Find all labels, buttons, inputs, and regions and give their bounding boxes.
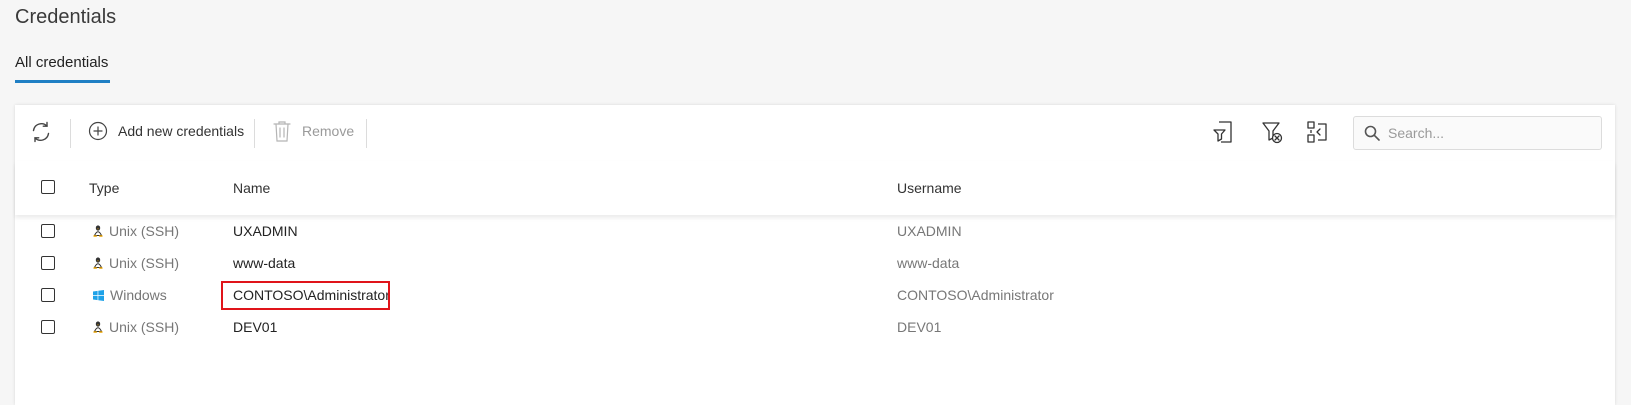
remove-button[interactable]: Remove (272, 119, 354, 143)
highlight-box (221, 281, 390, 310)
table-row[interactable]: Windows CONTOSO\Administrator CONTOSO\Ad… (15, 279, 1615, 311)
columns-icon (1306, 120, 1328, 144)
clear-filter-button[interactable] (1261, 120, 1283, 144)
username-cell: www-data (897, 255, 960, 271)
search-input[interactable] (1386, 124, 1590, 142)
toolbar: Add new credentials Remove (15, 105, 1615, 162)
row-checkbox[interactable] (41, 288, 55, 302)
linux-icon (93, 225, 103, 237)
row-checkbox[interactable] (41, 224, 55, 238)
row-checkbox[interactable] (41, 320, 55, 334)
row-checkbox[interactable] (41, 256, 55, 270)
windows-icon (93, 289, 104, 301)
tab-all-credentials[interactable]: All credentials (15, 54, 110, 83)
add-credentials-label: Add new credentials (118, 123, 245, 139)
toolbar-separator (366, 119, 367, 148)
search-icon (1364, 125, 1380, 141)
type-label: Unix (SSH) (109, 223, 180, 239)
add-credentials-button[interactable]: Add new credentials (88, 121, 244, 141)
column-header-name[interactable]: Name (233, 180, 270, 196)
type-cell: Unix (SSH) (93, 255, 179, 271)
toolbar-separator (254, 119, 255, 148)
username-cell: DEV01 (897, 319, 942, 335)
refresh-icon (29, 120, 53, 144)
filter-clear-icon (1261, 120, 1283, 144)
remove-label: Remove (302, 123, 355, 139)
columns-button[interactable] (1306, 120, 1328, 144)
credentials-card: Add new credentials Remove Search... Typ… (15, 105, 1615, 405)
type-label: Unix (SSH) (109, 319, 180, 335)
refresh-button[interactable] (29, 120, 53, 144)
export-button[interactable] (1212, 120, 1234, 144)
table-row[interactable]: Unix (SSH) www-data www-data (15, 247, 1615, 279)
name-cell: UXADMIN (233, 223, 298, 239)
table-header: Type Name Username (15, 161, 1615, 215)
column-header-type[interactable]: Type (89, 180, 119, 196)
type-cell: Unix (SSH) (93, 223, 179, 239)
type-label: Unix (SSH) (109, 255, 180, 271)
select-all-checkbox[interactable] (41, 180, 55, 194)
search-box (1353, 116, 1602, 150)
type-label: Windows (110, 287, 167, 303)
linux-icon (93, 257, 103, 269)
trash-icon (272, 119, 292, 143)
column-header-username[interactable]: Username (897, 180, 962, 196)
page-title: Credentials (15, 6, 117, 28)
toolbar-separator (70, 119, 71, 148)
type-cell: Windows (93, 287, 167, 303)
username-cell: CONTOSO\Administrator (897, 287, 1054, 303)
type-cell: Unix (SSH) (93, 319, 179, 335)
name-cell: www-data (233, 255, 296, 271)
name-cell: DEV01 (233, 319, 278, 335)
table-row[interactable]: Unix (SSH) DEV01 DEV01 (15, 311, 1615, 343)
linux-icon (93, 321, 103, 333)
filter-export-icon (1212, 120, 1234, 144)
username-cell: UXADMIN (897, 223, 962, 239)
table-row[interactable]: Unix (SSH) UXADMIN UXADMIN (15, 215, 1615, 247)
add-circle-icon (88, 121, 108, 141)
